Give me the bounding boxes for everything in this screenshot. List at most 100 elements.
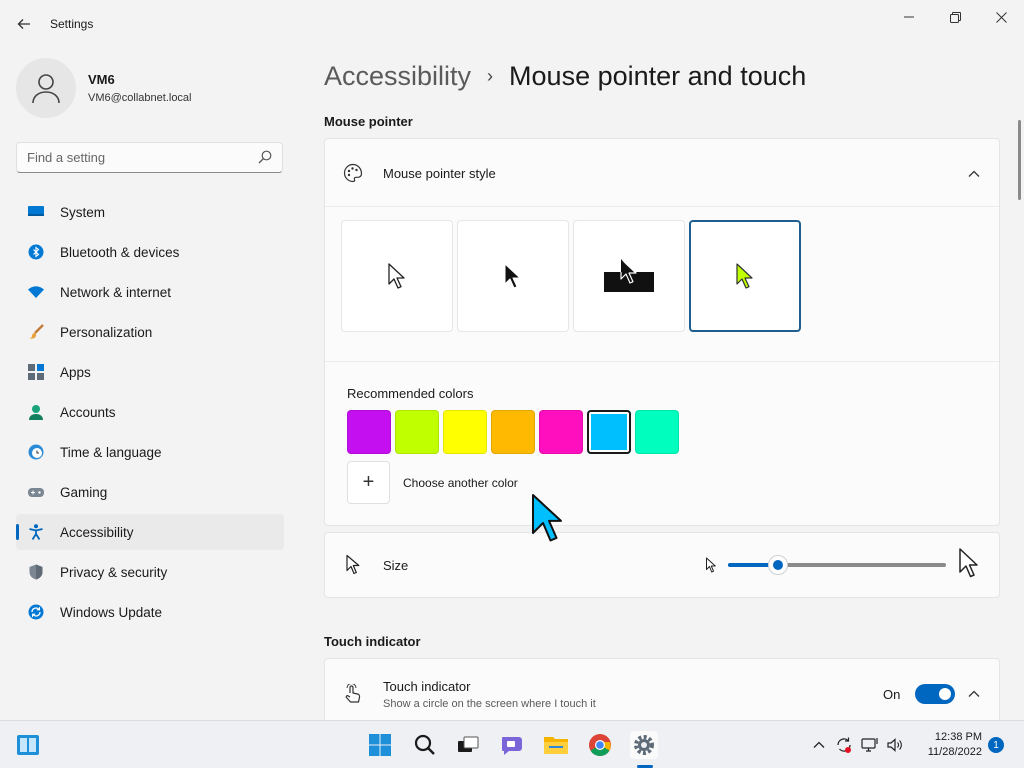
profile-name: VM6 (88, 72, 115, 87)
sidebar-item-label: Apps (60, 364, 91, 380)
sidebar-item-system[interactable]: System (16, 194, 284, 230)
chat-icon[interactable] (498, 731, 526, 759)
clock-globe-icon (28, 444, 44, 460)
choose-color-label[interactable]: Choose another color (403, 476, 518, 490)
sidebar-item-label: Network & internet (60, 284, 172, 300)
mouse-cursor-icon (530, 493, 566, 550)
pointer-style-custom[interactable] (689, 220, 801, 332)
sidebar-item-label: Gaming (60, 484, 108, 500)
windows-start-icon[interactable] (366, 731, 394, 759)
pointer-style-header[interactable]: Mouse pointer style (325, 139, 999, 207)
accessibility-icon (28, 524, 44, 540)
palette-icon (343, 163, 363, 183)
avatar (16, 58, 76, 118)
pointer-style-card: Mouse pointer style (324, 138, 1000, 526)
color-swatch-sky-blue[interactable] (587, 410, 631, 454)
pointer-style-inverted[interactable] (573, 220, 685, 332)
touch-indicator-toggle[interactable] (915, 684, 955, 704)
back-arrow-icon[interactable] (12, 12, 36, 36)
size-slider[interactable] (728, 555, 946, 575)
settings-gear-icon[interactable] (630, 731, 658, 759)
sidebar-item-label: Accessibility (60, 524, 134, 540)
divider (325, 361, 999, 362)
pointer-style-white[interactable] (341, 220, 453, 332)
toggle-state-label: On (883, 687, 901, 702)
sidebar-item-time-language[interactable]: Time & language (16, 434, 284, 470)
search-icon[interactable] (411, 731, 439, 759)
large-pointer-icon (958, 547, 980, 584)
pointer-style-label: Mouse pointer style (383, 166, 496, 181)
chevron-up-icon[interactable] (810, 736, 828, 754)
size-slider-thumb[interactable] (768, 555, 788, 575)
sidebar-item-label: Time & language (60, 444, 162, 460)
system-monitor-icon (28, 204, 44, 220)
touch-indicator-label: Touch indicator (383, 679, 471, 694)
pointer-custom-icon (736, 263, 753, 289)
chevron-up-icon[interactable] (967, 167, 981, 181)
sidebar-item-label: System (60, 204, 106, 220)
widgets-icon[interactable] (14, 731, 42, 759)
update-icon (28, 604, 44, 620)
file-explorer-icon[interactable] (542, 731, 570, 759)
breadcrumb-separator: › (487, 65, 494, 86)
search-icon[interactable] (258, 150, 272, 169)
search-box[interactable] (16, 142, 283, 173)
maximize-icon[interactable] (932, 6, 978, 28)
touch-indicator-description: Show a circle on the screen where I touc… (383, 698, 596, 710)
page-title: Mouse pointer and touch (509, 60, 807, 91)
close-icon[interactable] (978, 6, 1024, 28)
sidebar-item-apps[interactable]: Apps (16, 354, 284, 390)
color-swatch-purple[interactable] (347, 410, 391, 454)
pointer-inverted-icon (604, 258, 654, 292)
search-input[interactable] (17, 143, 237, 172)
sync-icon[interactable] (835, 736, 853, 754)
chevron-up-icon[interactable] (967, 687, 981, 701)
sidebar-item-label: Accounts (60, 404, 116, 420)
color-swatch-yellow[interactable] (443, 410, 487, 454)
sidebar-item-label: Bluetooth & devices (60, 244, 180, 260)
profile-email: VM6@collabnet.local (88, 92, 192, 104)
wifi-icon (28, 284, 44, 300)
color-swatch-lime[interactable] (395, 410, 439, 454)
gamepad-icon (28, 484, 44, 500)
sidebar-item-label: Windows Update (60, 604, 163, 620)
sidebar-item-accounts[interactable]: Accounts (16, 394, 284, 430)
recommended-colors-label: Recommended colors (347, 386, 474, 401)
clock-date: 11/28/2022 (927, 746, 982, 758)
color-swatch-pink[interactable] (539, 410, 583, 454)
task-view-icon[interactable] (454, 731, 482, 759)
sidebar-item-bluetooth[interactable]: Bluetooth & devices (16, 234, 284, 270)
accounts-icon (28, 404, 44, 420)
minimize-icon[interactable] (886, 6, 932, 28)
volume-icon[interactable] (886, 736, 904, 754)
color-swatch-orange[interactable] (491, 410, 535, 454)
sidebar-item-windows-update[interactable]: Windows Update (16, 594, 284, 630)
plus-icon: + (362, 471, 375, 493)
breadcrumb-parent[interactable]: Accessibility (324, 61, 471, 92)
section-title-touch-indicator: Touch indicator (324, 634, 421, 649)
scrollbar[interactable] (1018, 120, 1021, 200)
user-profile[interactable]: VM6 VM6@collabnet.local (16, 58, 286, 118)
breadcrumb: Accessibility › Mouse pointer and touch (324, 58, 806, 94)
network-icon[interactable] (861, 736, 879, 754)
toggle-knob (939, 688, 951, 700)
sidebar-item-accessibility[interactable]: Accessibility (16, 514, 284, 550)
sidebar-item-personalization[interactable]: Personalization (16, 314, 284, 350)
sidebar-item-privacy[interactable]: Privacy & security (16, 554, 284, 590)
chrome-icon[interactable] (586, 731, 614, 759)
app-title: Settings (50, 17, 94, 31)
size-label: Size (383, 558, 409, 573)
bluetooth-icon (28, 244, 44, 260)
color-swatch-aqua[interactable] (635, 410, 679, 454)
sidebar-nav: System Bluetooth & devices Network & int… (16, 194, 284, 634)
sidebar-item-label: Privacy & security (60, 564, 168, 580)
touch-hand-icon (343, 684, 363, 704)
taskbar-clock[interactable]: 12:38 PM 11/28/2022 (912, 730, 982, 760)
add-color-button[interactable]: + (347, 461, 390, 504)
apps-icon (28, 364, 44, 380)
pointer-style-black[interactable] (457, 220, 569, 332)
notification-badge[interactable]: 1 (988, 737, 1004, 753)
sidebar-item-network[interactable]: Network & internet (16, 274, 284, 310)
sidebar-item-gaming[interactable]: Gaming (16, 474, 284, 510)
pointer-black-icon (504, 263, 521, 289)
